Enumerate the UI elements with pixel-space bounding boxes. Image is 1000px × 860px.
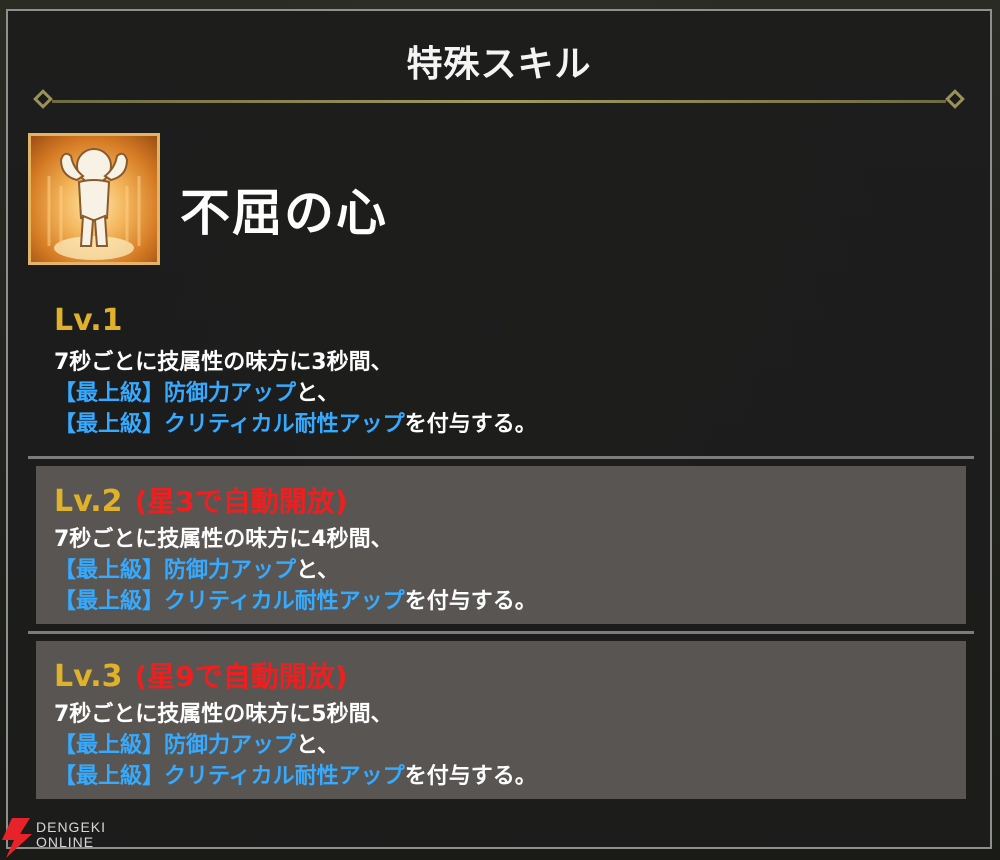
watermark-line: DENGEKI (36, 819, 107, 835)
description-line: 【最上級】防御力アップと、 (54, 555, 966, 586)
description-text: と、 (296, 381, 340, 406)
skill-name: 不屈の心 (180, 184, 388, 242)
level-description: 7秒ごとに技属性の味方に3秒間、 【最上級】防御力アップと、 【最上級】クリティ… (54, 347, 984, 440)
level-header: Lv.1 (54, 303, 984, 347)
buff-name: 【最上級】クリティカル耐性アップ (54, 589, 405, 614)
level-label: Lv.1 (54, 303, 123, 338)
description-text: を付与する。 (404, 589, 537, 614)
skill-level-2: Lv.2 (星3で自動開放) 7秒ごとに技属性の味方に4秒間、 【最上級】防御力ア… (36, 466, 966, 624)
lightning-bolt-icon (2, 818, 32, 858)
buff-name: 【最上級】クリティカル耐性アップ (54, 412, 405, 437)
buff-name: 【最上級】防御力アップ (54, 733, 297, 758)
watermark-text: DENGEKI ONLINE (36, 820, 106, 850)
divider-line (52, 100, 946, 103)
watermark-logo: DENGEKI ONLINE (0, 812, 160, 860)
title-divider (33, 89, 965, 109)
description-line: 【最上級】防御力アップと、 (54, 378, 984, 409)
level-header: Lv.3 (星9で自動開放) (54, 655, 966, 699)
description-line: 【最上級】クリティカル耐性アップを付与する。 (54, 409, 984, 440)
description-line: 7秒ごとに技属性の味方に3秒間、 (54, 350, 393, 375)
description-line: 【最上級】防御力アップと、 (54, 730, 966, 761)
panel-title: 特殊スキル (406, 44, 592, 85)
skill-level-3: Lv.3 (星9で自動開放) 7秒ごとに技属性の味方に5秒間、 【最上級】防御力ア… (36, 641, 966, 799)
description-line: 7秒ごとに技属性の味方に5秒間、 (54, 702, 393, 727)
divider-ornament-right (945, 89, 965, 109)
level-header: Lv.2 (星3で自動開放) (54, 480, 966, 524)
level-separator (28, 456, 974, 459)
special-skill-panel: 特殊スキル 不屈の心 Lv.1 7秒ごとに技属性の味方に3秒間、 【最上級】防御… (6, 9, 992, 849)
description-line: 【最上級】クリティカル耐性アップを付与する。 (54, 761, 966, 792)
unlock-condition: (星9で自動開放) (134, 660, 348, 693)
level-description: 7秒ごとに技属性の味方に5秒間、 【最上級】防御力アップと、 【最上級】クリティ… (54, 699, 966, 792)
level-label: Lv.3 (54, 659, 123, 694)
buff-name: 【最上級】防御力アップ (54, 558, 297, 583)
description-text: と、 (296, 558, 340, 583)
level-separator (28, 631, 974, 634)
level-description: 7秒ごとに技属性の味方に4秒間、 【最上級】防御力アップと、 【最上級】クリティ… (54, 524, 966, 617)
flexing-figure-icon (28, 133, 160, 265)
watermark-line: ONLINE (36, 834, 95, 850)
unlock-condition: (星3で自動開放) (134, 485, 348, 518)
divider-ornament-left (33, 89, 53, 109)
level-label: Lv.2 (54, 484, 123, 519)
buff-name: 【最上級】防御力アップ (54, 381, 297, 406)
description-text: と、 (296, 733, 340, 758)
description-text: を付与する。 (404, 764, 537, 789)
description-text: を付与する。 (404, 412, 537, 437)
skill-level-1: Lv.1 7秒ごとに技属性の味方に3秒間、 【最上級】防御力アップと、 【最上級… (54, 303, 984, 440)
buff-name: 【最上級】クリティカル耐性アップ (54, 764, 405, 789)
description-line: 7秒ごとに技属性の味方に4秒間、 (54, 527, 393, 552)
description-line: 【最上級】クリティカル耐性アップを付与する。 (54, 586, 966, 617)
